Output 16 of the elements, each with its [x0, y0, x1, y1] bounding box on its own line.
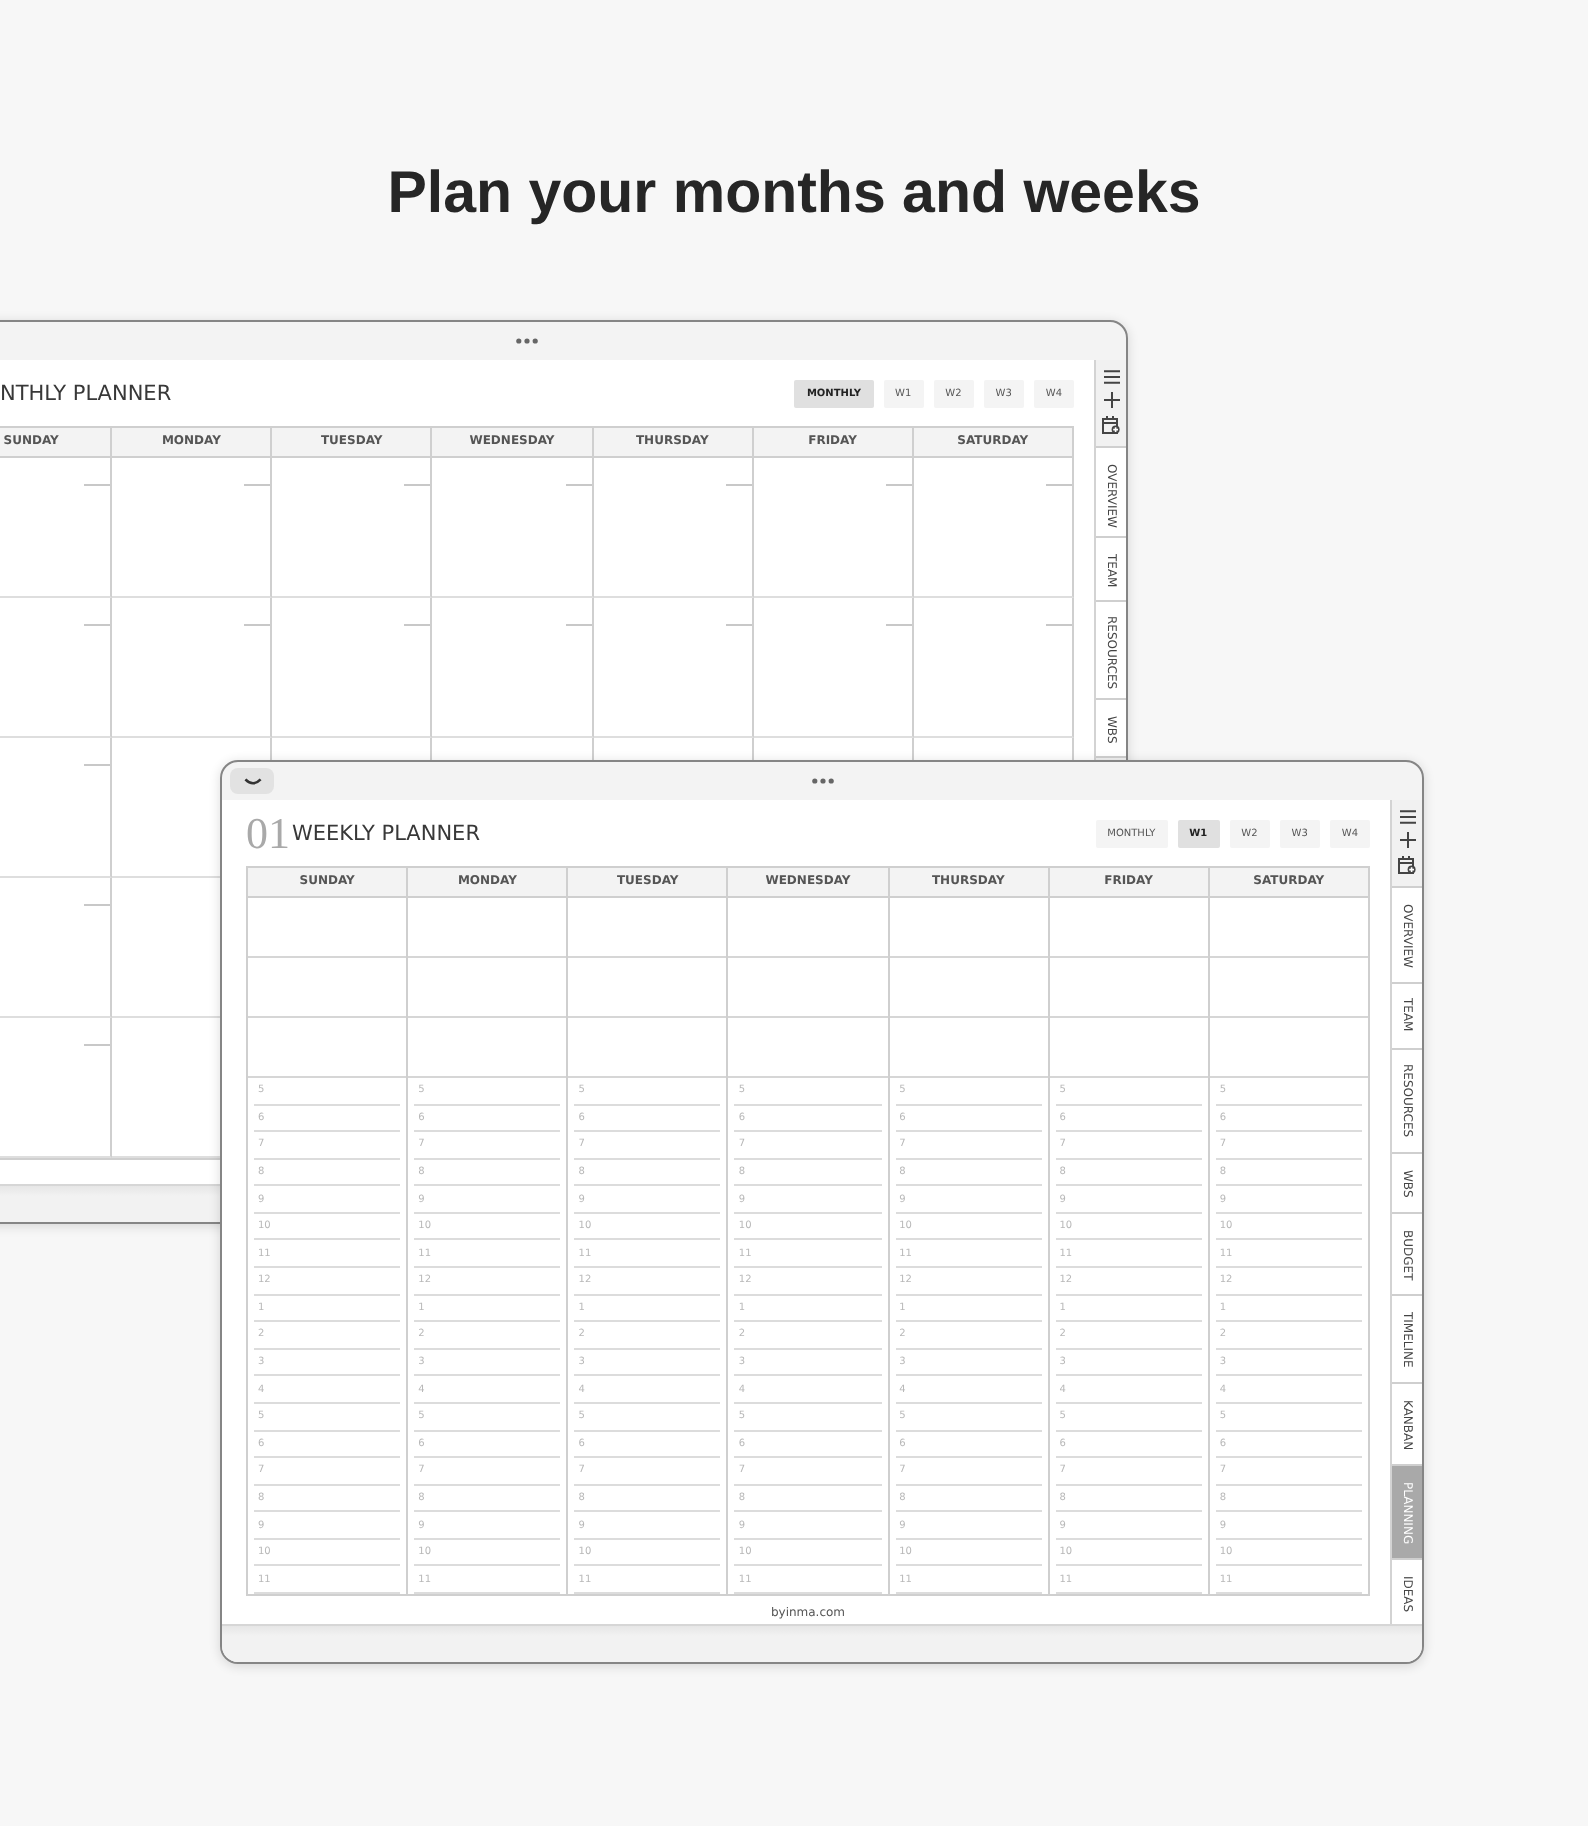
menu-icon[interactable] — [1399, 810, 1415, 824]
chevron-down-icon — [243, 777, 261, 785]
menu-icon[interactable] — [1103, 370, 1119, 384]
calendar-plus-icon[interactable] — [1398, 856, 1416, 874]
calendar-plus-icon[interactable] — [1102, 416, 1120, 434]
plus-icon[interactable] — [1103, 392, 1119, 408]
day-cell — [0, 458, 113, 598]
plus-icon[interactable] — [1399, 832, 1415, 848]
dots-icon — [811, 778, 833, 784]
page-number: 01 — [246, 816, 290, 852]
planner-title: WEEKLY PLANNER — [292, 820, 480, 848]
planner-title: NTHLY PLANNER — [0, 380, 172, 408]
dots-icon — [515, 338, 537, 344]
page-heading: Plan your months and weeks — [387, 160, 1201, 228]
collapse-button[interactable] — [230, 768, 274, 794]
day-cell — [0, 598, 113, 738]
